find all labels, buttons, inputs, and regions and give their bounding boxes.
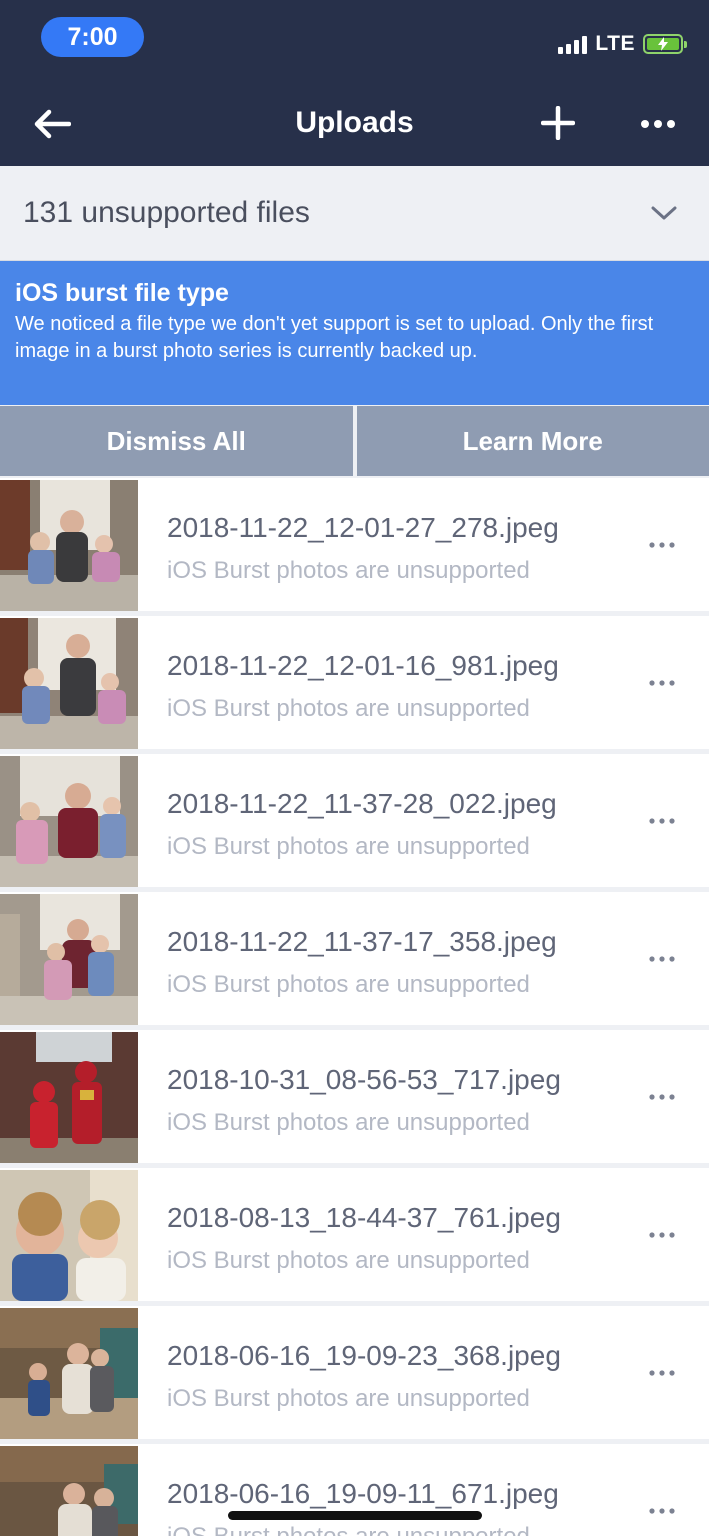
file-status: iOS Burst photos are unsupported <box>167 695 530 722</box>
file-list: 2018-11-22_12-01-27_278.jpeg iOS Burst p… <box>0 478 709 1536</box>
navigation-bar: Uploads <box>0 86 709 162</box>
row-more-icon[interactable] <box>647 1226 677 1244</box>
file-status: iOS Burst photos are unsupported <box>167 1523 530 1536</box>
photo-thumbnail <box>0 1170 138 1301</box>
banner-title: iOS burst file type <box>15 279 229 307</box>
file-row[interactable]: 2018-06-16_19-09-23_368.jpeg iOS Burst p… <box>0 1306 709 1439</box>
file-row[interactable]: 2018-11-22_11-37-28_022.jpeg iOS Burst p… <box>0 754 709 887</box>
signal-icon <box>558 34 588 54</box>
row-more-icon[interactable] <box>647 1502 677 1520</box>
file-row[interactable]: 2018-11-22_11-37-17_358.jpeg iOS Burst p… <box>0 892 709 1025</box>
row-more-icon[interactable] <box>647 1364 677 1382</box>
file-row[interactable]: 2018-08-13_18-44-37_761.jpeg iOS Burst p… <box>0 1168 709 1301</box>
file-row[interactable]: 2018-06-16_19-09-11_671.jpeg iOS Burst p… <box>0 1444 709 1536</box>
chevron-down-icon <box>649 198 679 228</box>
file-row[interactable]: 2018-10-31_08-56-53_717.jpeg iOS Burst p… <box>0 1030 709 1163</box>
file-name: 2018-11-22_12-01-27_278.jpeg <box>167 512 559 543</box>
status-time: 7:00 <box>41 17 144 57</box>
photo-thumbnail <box>0 1446 138 1536</box>
banner-actions: Dismiss All Learn More <box>0 406 709 476</box>
file-status: iOS Burst photos are unsupported <box>167 833 530 860</box>
row-more-icon[interactable] <box>647 674 677 692</box>
section-title: 131 unsupported files <box>23 196 310 229</box>
file-name: 2018-11-22_11-37-28_022.jpeg <box>167 788 557 819</box>
row-more-icon[interactable] <box>647 812 677 830</box>
photo-thumbnail <box>0 1032 138 1163</box>
row-more-icon[interactable] <box>647 536 677 554</box>
more-horizontal-icon <box>641 120 675 128</box>
info-banner: iOS burst file type We noticed a file ty… <box>0 261 709 405</box>
add-button[interactable] <box>537 102 579 144</box>
photo-thumbnail <box>0 1308 138 1439</box>
file-name: 2018-10-31_08-56-53_717.jpeg <box>167 1064 561 1095</box>
file-name: 2018-11-22_12-01-16_981.jpeg <box>167 650 559 681</box>
photo-thumbnail <box>0 480 138 611</box>
row-more-icon[interactable] <box>647 950 677 968</box>
status-indicators: LTE <box>558 30 687 58</box>
file-name: 2018-06-16_19-09-23_368.jpeg <box>167 1340 561 1371</box>
file-status: iOS Burst photos are unsupported <box>167 1385 530 1412</box>
file-status: iOS Burst photos are unsupported <box>167 1109 530 1136</box>
app-header: 7:00 LTE Uploads <box>0 0 709 166</box>
file-name: 2018-11-22_11-37-17_358.jpeg <box>167 926 557 957</box>
file-name: 2018-08-13_18-44-37_761.jpeg <box>167 1202 561 1233</box>
unsupported-files-toggle[interactable]: 131 unsupported files <box>0 166 709 261</box>
page-title: Uploads <box>295 106 414 139</box>
file-name: 2018-06-16_19-09-11_671.jpeg <box>167 1478 559 1509</box>
network-label: LTE <box>595 32 635 55</box>
file-status: iOS Burst photos are unsupported <box>167 1247 530 1274</box>
battery-charging-icon <box>643 34 687 54</box>
file-row[interactable]: 2018-11-22_12-01-16_981.jpeg iOS Burst p… <box>0 616 709 749</box>
row-more-icon[interactable] <box>647 1088 677 1106</box>
more-options-button[interactable] <box>636 104 680 144</box>
banner-body: We noticed a file type we don't yet supp… <box>15 313 654 362</box>
home-indicator[interactable] <box>228 1511 482 1520</box>
file-status: iOS Burst photos are unsupported <box>167 557 530 584</box>
file-status: iOS Burst photos are unsupported <box>167 971 530 998</box>
learn-more-button[interactable]: Learn More <box>356 406 709 476</box>
photo-thumbnail <box>0 894 138 1025</box>
dismiss-all-button[interactable]: Dismiss All <box>0 406 353 476</box>
photo-thumbnail <box>0 618 138 749</box>
file-row[interactable]: 2018-11-22_12-01-27_278.jpeg iOS Burst p… <box>0 478 709 611</box>
uploads-screen: 7:00 LTE Uploads 131 unsupported files i… <box>0 0 709 1536</box>
plus-icon <box>541 106 575 140</box>
photo-thumbnail <box>0 756 138 887</box>
